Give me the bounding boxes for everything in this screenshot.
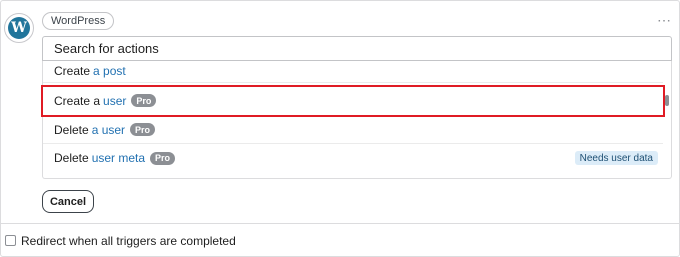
wordpress-logo-icon: W	[4, 13, 34, 43]
needs-user-data-badge: Needs user data	[574, 151, 658, 165]
integration-name-chip: WordPress	[42, 12, 115, 30]
action-object: a user	[91, 122, 126, 137]
action-verb: Create a	[54, 93, 101, 108]
redirect-checkbox[interactable]	[5, 235, 16, 246]
more-options-icon[interactable]: ⋯	[657, 13, 672, 27]
pro-badge: Pro	[150, 151, 176, 165]
redirect-checkbox-label[interactable]: Redirect when all triggers are completed	[21, 234, 236, 248]
action-item-delete-user-meta[interactable]: Delete user meta Pro Needs user data	[43, 144, 663, 172]
wordpress-logo-letter: W	[8, 17, 30, 39]
action-item-delete-user[interactable]: Delete a user Pro	[43, 116, 663, 144]
action-object: user meta	[91, 151, 146, 165]
action-search-input[interactable]: Search for actions	[42, 36, 672, 61]
action-object: user	[103, 93, 127, 108]
action-list-scrollbar[interactable]	[665, 95, 669, 106]
action-object: a post	[93, 63, 126, 78]
section-divider	[1, 223, 679, 224]
action-item-create-post[interactable]: Create a post	[43, 61, 663, 83]
pro-badge: Pro	[130, 123, 156, 136]
action-verb: Create	[54, 63, 91, 78]
action-verb: Delete	[54, 122, 89, 137]
pro-badge: Pro	[131, 94, 157, 107]
cancel-button[interactable]: Cancel	[42, 190, 94, 213]
action-list[interactable]: Create a post Create a user Pro Delete a…	[42, 61, 672, 179]
action-verb: Delete	[54, 151, 89, 165]
action-item-create-user[interactable]: Create a user Pro	[43, 86, 663, 116]
